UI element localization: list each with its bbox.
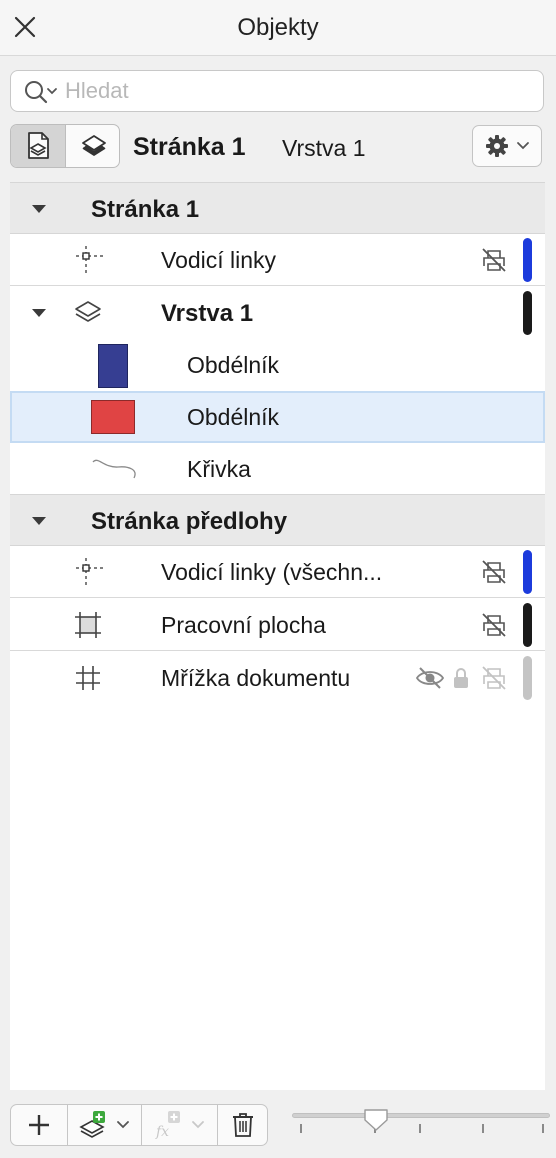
document-grid-row[interactable]: Mřížka dokumentu xyxy=(10,652,545,704)
status-indicator[interactable] xyxy=(523,550,532,594)
gear-icon xyxy=(486,135,508,157)
no-print-icon[interactable] xyxy=(480,611,508,639)
window-title: Objekty xyxy=(237,14,319,41)
thumbnail-size-slider[interactable] xyxy=(290,1108,550,1144)
no-print-icon[interactable] xyxy=(480,246,508,274)
curve-label: Křivka xyxy=(187,456,251,482)
search-icon[interactable] xyxy=(23,79,59,105)
document-grid-label: Mřížka dokumentu xyxy=(161,665,351,691)
disclosure-triangle-icon[interactable] xyxy=(30,304,48,322)
grid-icon xyxy=(68,658,108,698)
current-page-name: Stránka 1 xyxy=(133,133,246,161)
curve-thumbnail xyxy=(90,449,140,489)
add-button[interactable] xyxy=(11,1105,67,1145)
page-layers-icon xyxy=(28,132,49,159)
title-bar: Objekty xyxy=(0,0,556,56)
svg-text:fx: fx xyxy=(155,1124,169,1140)
add-layer-icon xyxy=(79,1111,105,1138)
disclosure-triangle-icon[interactable] xyxy=(30,200,48,218)
objects-tree: Stránka 1 Vodicí linky Vrstva 1 Obdélník… xyxy=(10,182,545,1090)
status-indicator[interactable] xyxy=(523,603,532,647)
no-print-icon[interactable] xyxy=(480,664,508,692)
chevron-down-icon xyxy=(117,1121,129,1129)
view-mode-segmented xyxy=(10,124,120,168)
artboard-icon xyxy=(68,605,108,645)
plus-icon xyxy=(29,1115,49,1135)
new-layer-button[interactable] xyxy=(68,1105,140,1145)
context-toolbar: Stránka 1 Vrstva 1 xyxy=(0,124,556,174)
delete-button[interactable] xyxy=(218,1105,268,1145)
trash-icon xyxy=(233,1113,253,1137)
guides-icon xyxy=(70,240,110,280)
status-indicator[interactable] xyxy=(523,238,532,282)
rectangle-row-selected[interactable]: Obdélník xyxy=(10,391,545,443)
slider-knob[interactable] xyxy=(363,1108,389,1132)
all-guides-row[interactable]: Vodicí linky (všechn... xyxy=(10,546,545,598)
current-layer-name: Vrstva 1 xyxy=(282,135,366,161)
guides-label: Vodicí linky xyxy=(161,247,277,273)
search-input[interactable] xyxy=(65,75,535,107)
master-page-label: Stránka předlohy xyxy=(91,508,288,535)
lock-icon[interactable] xyxy=(450,664,472,692)
curve-row[interactable]: Křivka xyxy=(10,443,545,495)
slider-tick xyxy=(482,1124,484,1133)
disclosure-triangle-icon[interactable] xyxy=(30,512,48,530)
all-guides-label: Vodicí linky (všechn... xyxy=(161,559,383,585)
status-indicator[interactable] xyxy=(523,291,532,335)
rectangle-label: Obdélník xyxy=(187,352,280,378)
layer-row[interactable]: Vrstva 1 xyxy=(10,287,545,339)
rectangle-row[interactable]: Obdélník xyxy=(10,339,545,391)
slider-tick xyxy=(419,1124,421,1133)
master-page-row[interactable]: Stránka předlohy xyxy=(10,495,545,546)
chevron-down-icon xyxy=(192,1121,204,1129)
no-print-icon[interactable] xyxy=(480,558,508,586)
layers-icon xyxy=(81,135,106,156)
chevron-down-icon xyxy=(517,142,529,150)
slider-track[interactable] xyxy=(292,1113,550,1118)
guides-icon xyxy=(70,552,110,592)
blue-rectangle-thumbnail xyxy=(98,344,128,388)
red-rectangle-thumbnail xyxy=(91,400,135,434)
status-indicator[interactable] xyxy=(523,656,532,700)
layer-label: Vrstva 1 xyxy=(161,300,254,327)
page-row[interactable]: Stránka 1 xyxy=(10,183,545,234)
layer-icon xyxy=(68,292,108,332)
artboard-row[interactable]: Pracovní plocha xyxy=(10,599,545,651)
guides-row[interactable]: Vodicí linky xyxy=(10,234,545,286)
page-row-label: Stránka 1 xyxy=(91,196,200,223)
slider-tick xyxy=(542,1124,544,1133)
effects-button[interactable]: fx xyxy=(142,1105,216,1145)
settings-button[interactable] xyxy=(472,125,542,167)
pages-view-button[interactable] xyxy=(11,125,66,167)
search-box[interactable] xyxy=(10,70,544,112)
layers-view-button[interactable] xyxy=(66,125,119,167)
rectangle-label: Obdélník xyxy=(187,404,280,430)
effects-icon: fx xyxy=(155,1111,180,1140)
action-buttons: fx xyxy=(10,1104,268,1146)
slider-tick xyxy=(300,1124,302,1133)
artboard-label: Pracovní plocha xyxy=(161,612,326,638)
bottom-toolbar: fx xyxy=(0,1094,556,1158)
hidden-eye-icon[interactable] xyxy=(414,664,446,692)
